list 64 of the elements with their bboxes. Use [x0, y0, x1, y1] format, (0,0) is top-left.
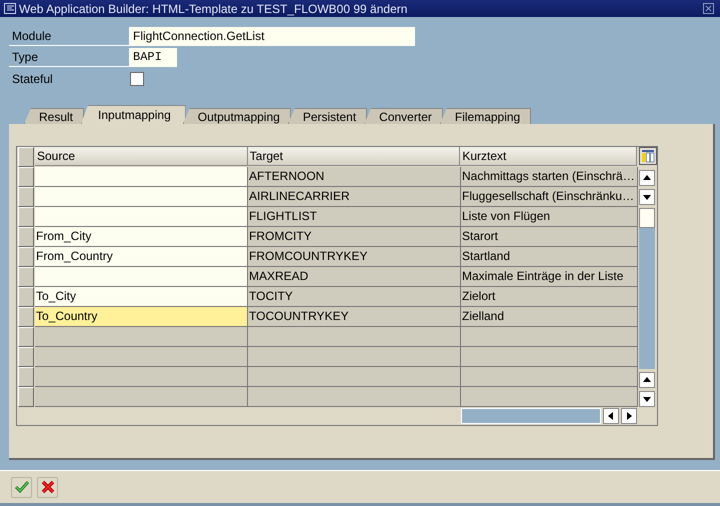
- table-cell: FROMCITY: [248, 227, 461, 247]
- scroll-up-icon[interactable]: [639, 372, 655, 388]
- window-title: Web Application Builder: HTML-Template zu TEST_FLOWB00 99 ändern: [19, 2, 408, 16]
- table-cell: TOCOUNTRYKEY: [248, 307, 461, 327]
- row-selector[interactable]: [18, 307, 34, 327]
- row-selector[interactable]: [18, 187, 34, 207]
- table-cell: Fluggesellschaft (Einschränku…: [461, 187, 638, 207]
- cancel-button[interactable]: [37, 476, 58, 498]
- select-all-button[interactable]: [18, 147, 34, 167]
- tab[interactable]: Filemapping: [440, 108, 532, 124]
- table-cell: Zielland: [461, 307, 638, 327]
- input-field[interactable]: FlightConnection.GetList: [129, 27, 415, 46]
- table-cell: FLIGHTLIST: [248, 207, 461, 227]
- row-selector[interactable]: [18, 287, 34, 307]
- scroll-down-icon[interactable]: [639, 391, 655, 407]
- scrollbar[interactable]: [639, 208, 655, 369]
- table-cell: Liste von Flügen: [461, 207, 638, 227]
- row-selector[interactable]: [18, 167, 34, 187]
- table-cell: Nachmittags starten (Einschrä…: [461, 167, 638, 187]
- table-cell: Startland: [461, 247, 638, 267]
- close-icon[interactable]: [703, 3, 714, 14]
- confirm-button[interactable]: [11, 476, 32, 498]
- scroll-down-icon[interactable]: [639, 189, 655, 205]
- table-cell: AIRLINECARRIER: [248, 187, 461, 207]
- table-cell: Maximale Einträge in der Liste: [461, 267, 638, 287]
- row-selector[interactable]: [18, 227, 34, 247]
- table-cell: Starort: [461, 227, 638, 247]
- input-field[interactable]: BAPI: [129, 48, 177, 67]
- window-menu-icon[interactable]: [4, 3, 16, 14]
- row-selector[interactable]: [18, 267, 34, 287]
- table-cell: TOCITY: [248, 287, 461, 307]
- input-cell[interactable]: To_City: [35, 287, 248, 307]
- tab[interactable]: Converter: [364, 108, 443, 124]
- tab[interactable]: Outputmapping: [182, 108, 291, 124]
- column-layout-icon[interactable]: [639, 147, 657, 165]
- table-cell: AFTERNOON: [248, 167, 461, 187]
- tab[interactable]: Result: [24, 108, 84, 124]
- column-header[interactable]: Source: [35, 147, 248, 166]
- row-selector[interactable]: [18, 327, 34, 347]
- row-selector[interactable]: [18, 347, 34, 367]
- column-header[interactable]: Target: [248, 147, 460, 166]
- input-cell[interactable]: From_City: [35, 227, 248, 247]
- checkbox[interactable]: [130, 72, 144, 86]
- scrollbar[interactable]: [461, 408, 601, 424]
- scroll-right-icon[interactable]: [621, 408, 637, 424]
- tab[interactable]: Persistent: [288, 108, 368, 124]
- input-cell[interactable]: [35, 267, 248, 287]
- field-label: Stateful: [11, 70, 54, 88]
- row-selector[interactable]: [18, 387, 34, 407]
- row-selector[interactable]: [18, 247, 34, 267]
- input-cell[interactable]: [35, 187, 248, 207]
- input-cell[interactable]: [35, 167, 248, 187]
- column-header[interactable]: Kurztext: [460, 147, 638, 166]
- input-cell[interactable]: To_Country: [35, 307, 248, 327]
- scroll-left-icon[interactable]: [603, 408, 619, 424]
- row-selector[interactable]: [18, 207, 34, 227]
- row-selector[interactable]: [18, 367, 34, 387]
- input-cell[interactable]: [35, 207, 248, 227]
- table-cell: Zielort: [461, 287, 638, 307]
- scroll-up-icon[interactable]: [639, 170, 655, 186]
- table-cell: MAXREAD: [248, 267, 461, 287]
- table-cell: FROMCOUNTRYKEY: [248, 247, 461, 267]
- tab[interactable]: Inputmapping: [81, 105, 186, 124]
- input-cell[interactable]: From_Country: [35, 247, 248, 267]
